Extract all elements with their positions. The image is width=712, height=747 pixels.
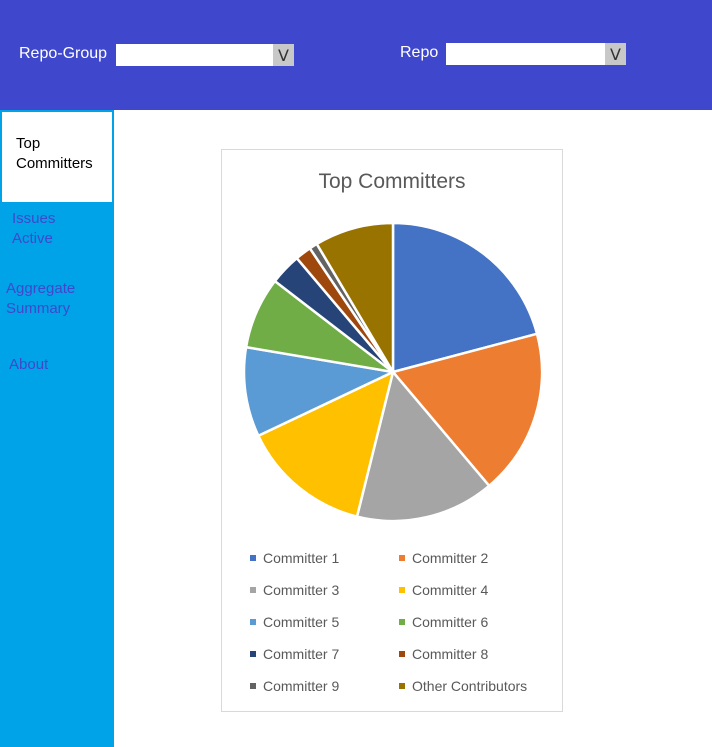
legend-label: Committer 6 xyxy=(412,614,489,630)
chart-container: Top Committers Committer 1 Committer 2 Com… xyxy=(221,149,563,712)
nav-item-label: About xyxy=(9,356,49,373)
legend-label: Committer 9 xyxy=(263,678,340,694)
legend-item: Other Contributors xyxy=(399,678,527,694)
chevron-down-icon[interactable]: V xyxy=(273,44,294,66)
top-header: Repo-Group V Repo V xyxy=(0,0,712,110)
legend-label: Committer 7 xyxy=(263,646,340,662)
legend-label: Committer 4 xyxy=(412,582,489,598)
legend-swatch xyxy=(399,555,405,562)
nav-item-aggregate-summary[interactable]: Aggregate Summary xyxy=(0,279,114,319)
legend-label: Committer 2 xyxy=(412,550,489,566)
chevron-down-icon[interactable]: V xyxy=(605,43,626,65)
legend-item: Committer 2 xyxy=(399,550,488,566)
nav-item-label: Issues Active xyxy=(12,210,56,247)
legend-swatch xyxy=(250,651,256,658)
legend-swatch xyxy=(399,619,405,626)
nav-item-label: Aggregate Summary xyxy=(6,280,76,317)
legend-swatch xyxy=(250,683,256,690)
legend-item: Committer 8 xyxy=(399,646,488,662)
legend-swatch xyxy=(399,683,405,690)
nav-item-issues-active[interactable]: Issues Active xyxy=(0,209,114,249)
repo-group-dropdown[interactable]: V xyxy=(116,44,294,66)
legend-label: Committer 8 xyxy=(412,646,489,662)
legend-swatch xyxy=(250,587,256,594)
legend-swatch xyxy=(399,651,405,658)
legend-swatch xyxy=(250,555,256,562)
legend-item: Committer 9 xyxy=(250,678,339,694)
nav-item-label: Top Committers xyxy=(16,135,93,172)
legend-label: Committer 1 xyxy=(263,550,340,566)
legend-label: Committer 3 xyxy=(263,582,340,598)
legend-item: Committer 6 xyxy=(399,614,488,630)
repo-label: Repo xyxy=(400,44,439,61)
legend-item: Committer 5 xyxy=(250,614,339,630)
sidebar: Top Committers Issues Active Aggregate S… xyxy=(0,110,114,747)
legend-item: Committer 1 xyxy=(250,550,339,566)
legend-item: Committer 7 xyxy=(250,646,339,662)
legend-label: Committer 5 xyxy=(263,614,340,630)
legend-label: Other Contributors xyxy=(412,678,528,694)
legend-swatch xyxy=(399,587,405,594)
legend-item: Committer 3 xyxy=(250,582,339,598)
nav-item-top-committers[interactable]: Top Committers xyxy=(0,110,114,204)
legend-item: Committer 4 xyxy=(399,582,488,598)
repo-group-label: Repo-Group xyxy=(19,45,108,62)
nav-item-about[interactable]: About xyxy=(0,355,114,375)
legend-swatch xyxy=(250,619,256,626)
repo-dropdown[interactable]: V xyxy=(446,43,626,65)
